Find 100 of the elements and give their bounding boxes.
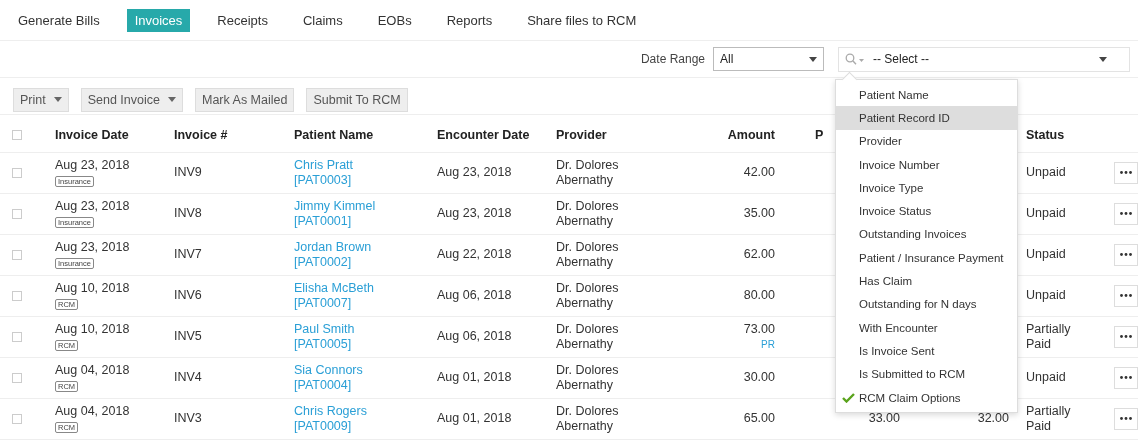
checkbox[interactable]: [12, 331, 22, 342]
checkbox[interactable]: [12, 413, 22, 424]
menu-item[interactable]: Outstanding Invoices: [836, 222, 1017, 247]
column-header: Status: [1026, 127, 1066, 143]
provider-name: Dr. Dolores Abernathy: [556, 362, 620, 393]
amount: 42.00: [743, 165, 775, 180]
caret-icon: [1099, 56, 1107, 62]
invoice-date: Aug 23, 2018: [55, 198, 130, 213]
menu-item[interactable]: Outstanding for N days: [836, 292, 1017, 316]
amount: 35.00: [743, 206, 775, 221]
menu-item[interactable]: With Encounter: [836, 315, 1017, 340]
table-cell: 33.00: [868, 411, 900, 425]
menu-item[interactable]: Provider: [836, 129, 1017, 153]
encounter-date: Aug 06, 2018: [437, 329, 512, 343]
column-header: Patient Name: [294, 127, 374, 142]
more-icon: [1120, 212, 1132, 215]
menu-item[interactable]: Invoice Number: [836, 152, 1017, 177]
encounter-date: Aug 01, 2018: [437, 411, 512, 425]
column-header: Provider: [556, 127, 608, 143]
filter-select[interactable]: -- Select --: [838, 46, 1130, 72]
date-range-label: Date Range: [640, 52, 705, 66]
menu-item[interactable]: Invoice Type: [836, 176, 1017, 200]
checkbox[interactable]: [12, 249, 22, 260]
menu-item[interactable]: RCM Claim Options: [836, 385, 1017, 410]
invoice-number: INV3: [174, 411, 202, 425]
encounter-date: Aug 23, 2018: [437, 206, 512, 220]
checkbox[interactable]: [12, 290, 22, 301]
nav-tab[interactable]: Reports: [438, 8, 501, 32]
encounter-date: Aug 06, 2018: [437, 288, 512, 302]
status: Unpaid: [1026, 370, 1067, 385]
invoice-number: INV7: [174, 247, 202, 261]
encounter-date: Aug 23, 2018: [437, 165, 512, 179]
provider-name: Dr. Dolores Abernathy: [556, 239, 620, 270]
menu-item[interactable]: Patient / Insurance Payment: [836, 246, 1017, 270]
status: Unpaid: [1026, 165, 1067, 180]
more-button[interactable]: [1114, 366, 1138, 389]
more-button[interactable]: [1114, 202, 1138, 225]
column-header: P: [815, 127, 824, 142]
encounter-date: Aug 01, 2018: [437, 370, 512, 384]
amount: 30.00: [743, 370, 775, 385]
more-button[interactable]: [1114, 407, 1138, 430]
more-icon: [1120, 171, 1132, 174]
checkbox[interactable]: [12, 208, 22, 219]
invoice-number: INV4: [174, 370, 202, 384]
amount: 65.00: [743, 411, 775, 426]
date-range-select[interactable]: All: [713, 47, 824, 71]
menu-item[interactable]: Has Claim: [836, 269, 1017, 293]
status: Partially Paid: [1026, 321, 1072, 352]
action-button[interactable]: Submit To RCM: [306, 87, 408, 112]
column-header: Invoice #: [174, 127, 228, 142]
more-icon: [1120, 294, 1132, 297]
invoice-date: Aug 10, 2018: [55, 321, 130, 336]
search-icon: [845, 53, 865, 65]
table-cell: 32.00: [977, 411, 1009, 425]
checkbox[interactable]: [12, 372, 22, 383]
more-button[interactable]: [1114, 284, 1138, 307]
more-icon: [1120, 417, 1132, 420]
nav-tab[interactable]: EOBs: [369, 8, 420, 32]
caret-icon: [809, 56, 817, 62]
caret-icon: [53, 97, 62, 102]
nav-tab[interactable]: Claims: [294, 8, 351, 32]
menu-item[interactable]: Is Invoice Sent: [836, 339, 1017, 363]
checkbox[interactable]: [12, 167, 22, 178]
invoice-number: INV5: [174, 329, 202, 343]
action-button[interactable]: Mark As Mailed: [195, 87, 295, 112]
more-icon: [1120, 376, 1132, 379]
invoice-number: INV9: [174, 165, 202, 179]
status: Unpaid: [1026, 288, 1067, 303]
more-button[interactable]: [1114, 243, 1138, 266]
invoice-date: Aug 04, 2018: [55, 362, 130, 377]
invoice-date: Aug 23, 2018: [55, 239, 130, 254]
more-icon: [1120, 335, 1132, 338]
menu-item[interactable]: Is Submitted to RCM: [836, 362, 1017, 386]
menu-item[interactable]: Patient Record ID: [836, 106, 1017, 130]
status: Unpaid: [1026, 247, 1067, 262]
nav-tab[interactable]: Receipts: [209, 8, 276, 32]
menu-item[interactable]: Patient Name: [836, 83, 1017, 107]
provider-name: Dr. Dolores Abernathy: [556, 157, 620, 188]
amount: 73.00: [743, 321, 775, 337]
nav-tab[interactable]: Share files to RCM: [519, 8, 645, 32]
provider-name: Dr. Dolores Abernathy: [556, 403, 620, 434]
menu-item[interactable]: Invoice Status: [836, 199, 1017, 223]
column-header: Encounter Date: [437, 127, 530, 142]
dropdown-button[interactable]: Send Invoice: [80, 87, 183, 112]
caret-icon: [168, 97, 176, 102]
more-button[interactable]: [1114, 325, 1138, 348]
invoice-date: Aug 04, 2018: [55, 403, 130, 418]
invoice-number: INV8: [174, 206, 202, 220]
more-button[interactable]: [1114, 161, 1138, 184]
invoice-date: Aug 23, 2018: [55, 157, 130, 172]
provider-name: Dr. Dolores Abernathy: [556, 321, 620, 352]
amount: 80.00: [743, 288, 775, 303]
nav-tab[interactable]: Generate Bills: [10, 8, 108, 32]
checkbox[interactable]: [12, 130, 22, 141]
dropdown-button[interactable]: Print: [13, 87, 69, 112]
invoice-date: Aug 10, 2018: [55, 280, 130, 295]
provider-name: Dr. Dolores Abernathy: [556, 280, 620, 311]
column-header: Invoice Date: [55, 127, 129, 142]
amount: 62.00: [743, 247, 775, 262]
more-icon: [1120, 253, 1132, 256]
